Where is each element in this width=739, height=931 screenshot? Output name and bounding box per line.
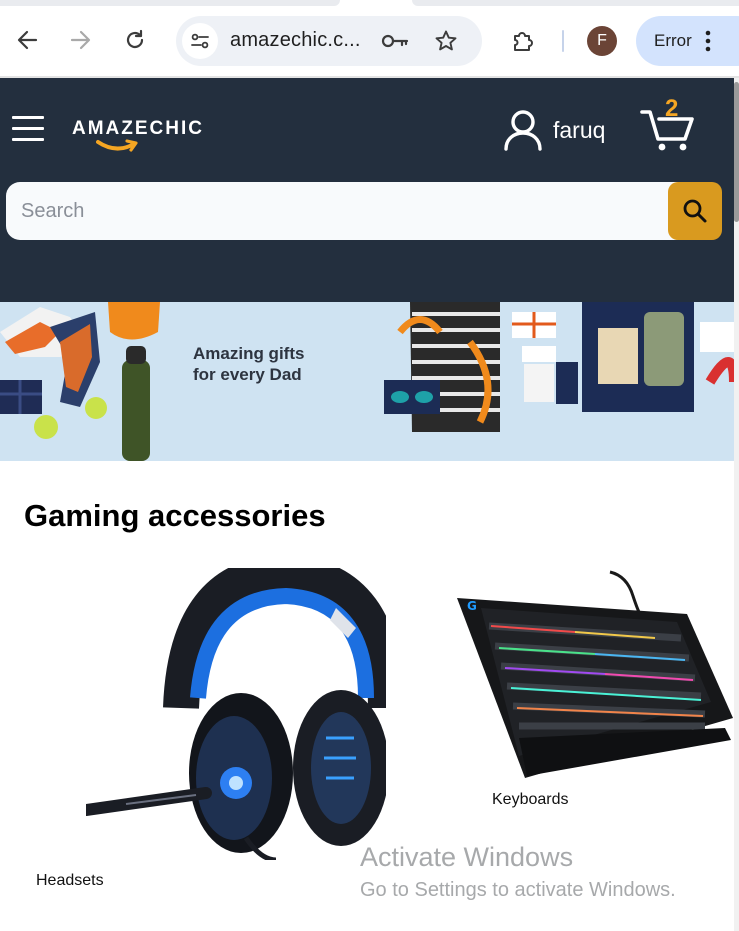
windows-activation-watermark: Activate Windows Go to Settings to activ… xyxy=(360,842,676,902)
cart-count-badge: 2 xyxy=(665,95,679,122)
product-card-keyboards[interactable]: G Keyboards xyxy=(455,568,735,818)
activation-subtitle: Go to Settings to activate Windows. xyxy=(360,879,676,901)
product-label-headsets: Headsets xyxy=(36,872,104,889)
banner-headline-line1: Amazing gifts xyxy=(193,344,305,363)
user-icon xyxy=(504,110,542,151)
site-header: AMAZECHIC faruq 2 xyxy=(0,78,734,302)
key-icon xyxy=(381,34,409,48)
hamburger-icon xyxy=(12,116,44,119)
kebab-menu-icon[interactable] xyxy=(704,29,712,53)
tab-strip-left xyxy=(0,0,340,6)
profile-avatar[interactable]: F xyxy=(587,26,617,56)
cart-button[interactable]: 2 xyxy=(638,95,698,156)
site-settings-icon xyxy=(191,33,209,49)
address-bar[interactable]: amazechic.c... xyxy=(176,16,482,66)
toolbar-divider xyxy=(562,30,564,52)
browser-error-button[interactable]: Error xyxy=(636,16,739,66)
site-info-button[interactable] xyxy=(182,23,218,59)
error-label: Error xyxy=(654,31,692,50)
keyboard-image: G xyxy=(457,570,733,778)
menu-button[interactable] xyxy=(12,113,44,145)
brand-name: AMAZECHIC xyxy=(72,118,204,139)
extensions-button[interactable] xyxy=(506,24,540,58)
forward-arrow-icon xyxy=(70,30,91,50)
page-scrollbar[interactable] xyxy=(734,78,739,931)
scrollbar-thumb[interactable] xyxy=(734,82,739,222)
promo-banner[interactable]: Amazing gifts for every Dad xyxy=(0,302,734,461)
search-icon xyxy=(683,199,707,223)
headset-image xyxy=(86,568,386,860)
smile-arrow-icon xyxy=(96,139,138,152)
extensions-icon xyxy=(514,32,533,51)
account-link[interactable]: faruq xyxy=(503,108,605,152)
star-icon xyxy=(435,30,457,51)
username: faruq xyxy=(553,116,606,143)
activation-title: Activate Windows xyxy=(360,842,574,872)
reload-icon xyxy=(126,29,144,49)
password-manager-button[interactable] xyxy=(380,28,410,54)
svg-text:G: G xyxy=(467,599,477,613)
fathers-day-gifts-image xyxy=(0,302,734,461)
bookmark-button[interactable] xyxy=(432,27,460,55)
site-logo[interactable]: AMAZECHIC xyxy=(72,118,202,164)
forward-button[interactable] xyxy=(63,22,99,58)
tab-strip-right xyxy=(412,0,739,6)
url-text[interactable]: amazechic.c... xyxy=(230,29,361,52)
search-bar xyxy=(6,182,722,240)
back-button[interactable] xyxy=(9,22,45,58)
section-title: Gaming accessories xyxy=(24,498,326,533)
banner-headline: Amazing gifts for every Dad xyxy=(193,343,304,385)
product-label-keyboards: Keyboards xyxy=(492,791,569,808)
back-arrow-icon xyxy=(17,30,38,50)
reload-button[interactable] xyxy=(117,22,153,58)
banner-headline-line2: for every Dad xyxy=(193,365,302,384)
search-button[interactable] xyxy=(668,182,722,240)
search-input[interactable] xyxy=(6,182,686,240)
browser-toolbar: amazechic.c... F Error xyxy=(0,0,739,78)
product-card-headsets[interactable]: Headsets xyxy=(30,568,390,898)
